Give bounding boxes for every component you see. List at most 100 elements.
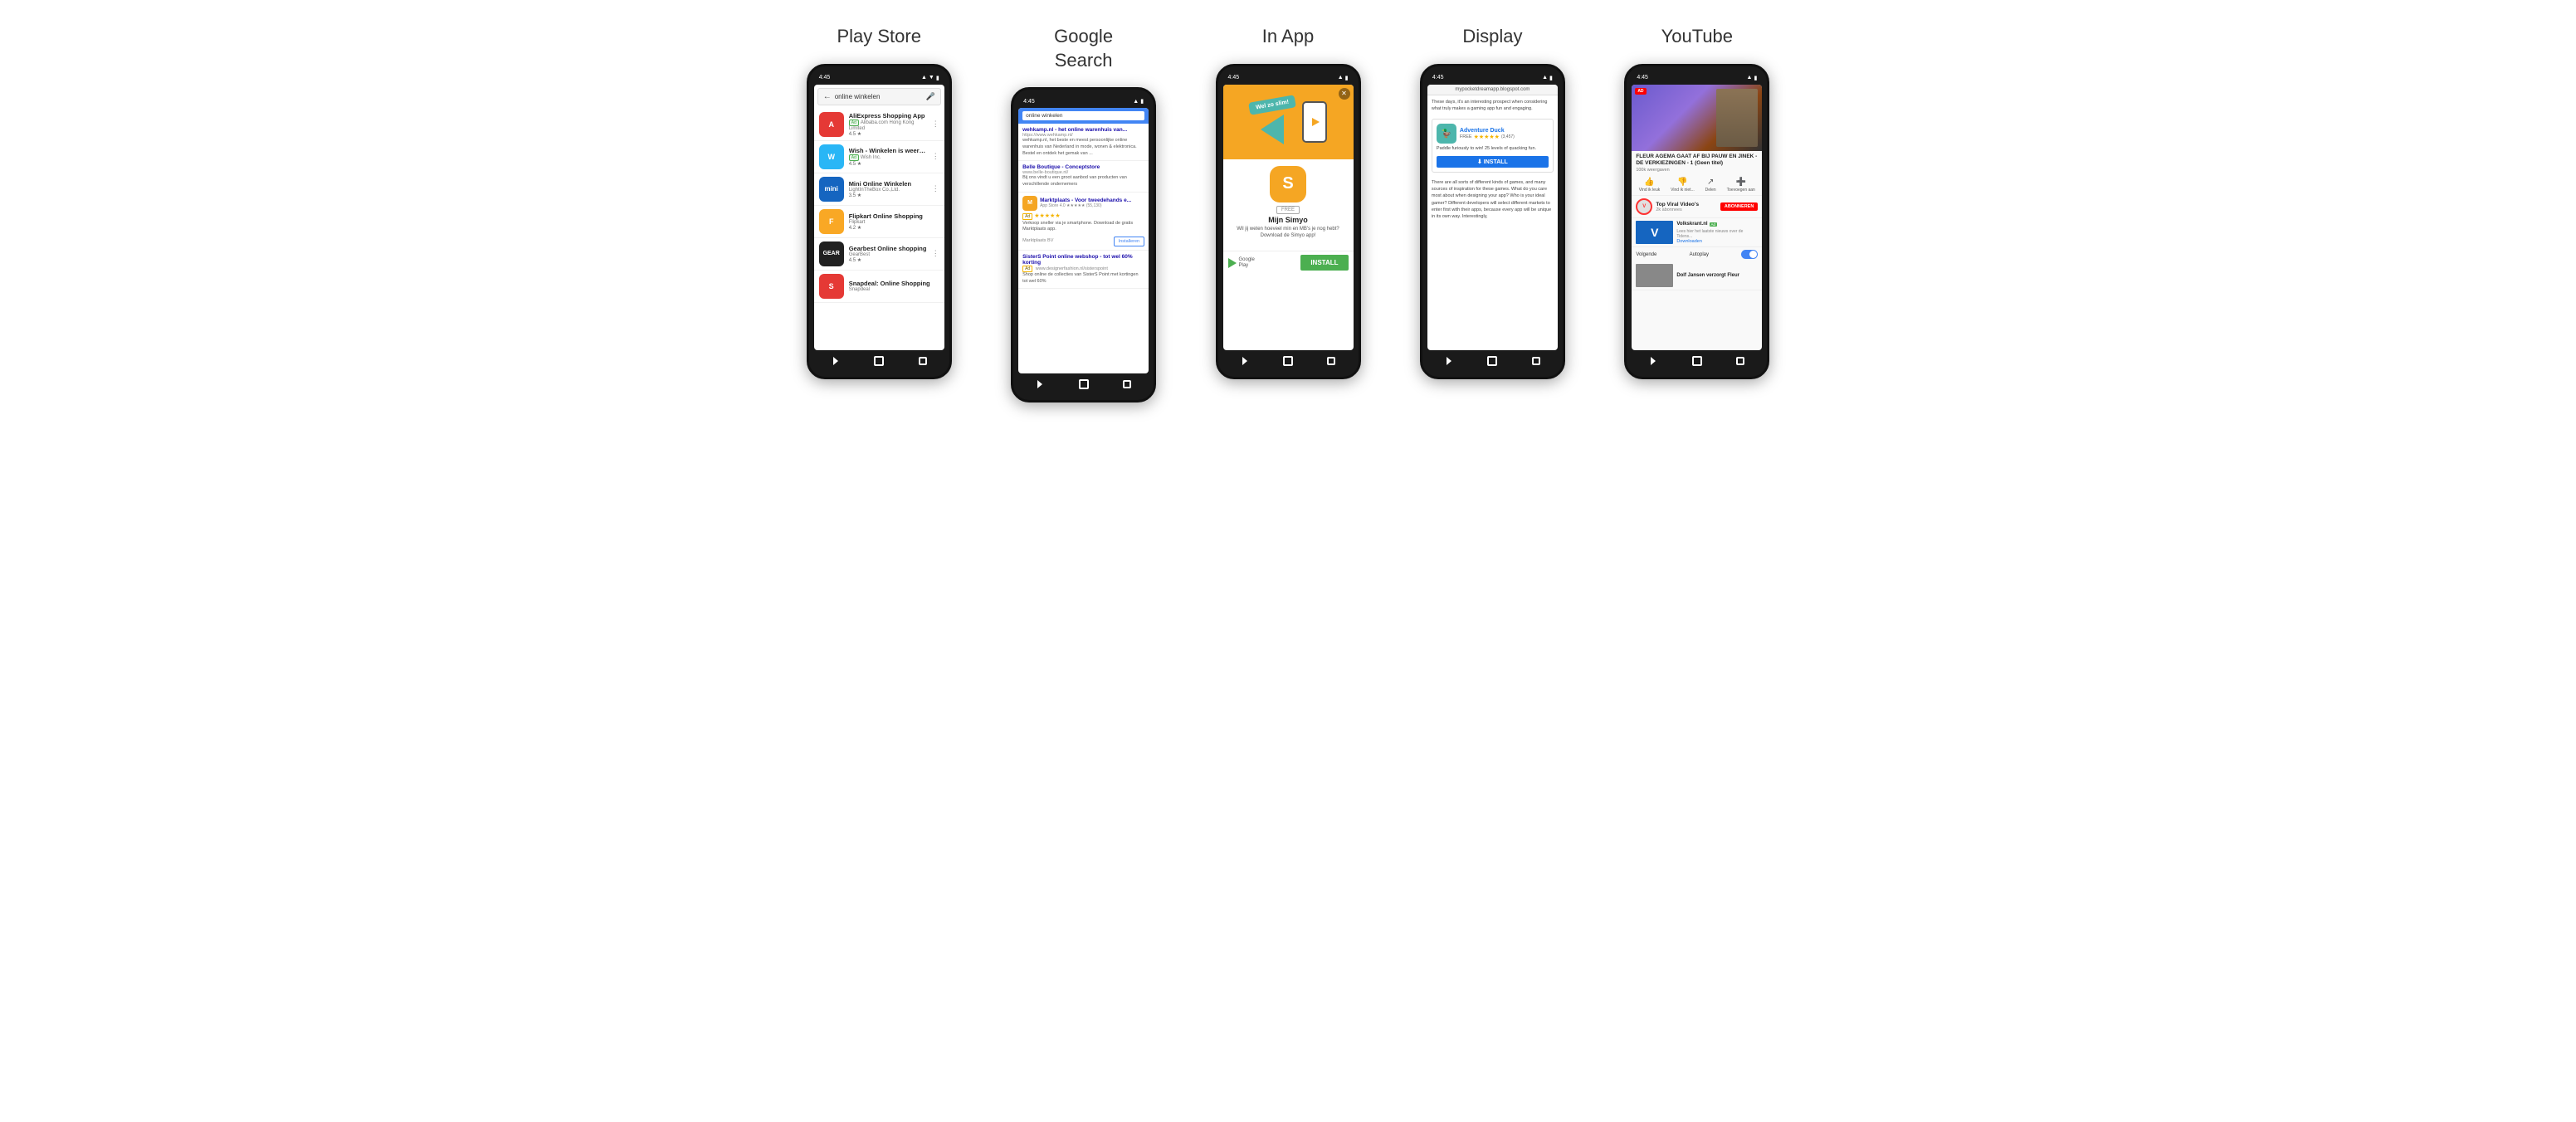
in-app-phone: 4:45 ▲ ▮ Wel zo slim! — [1216, 64, 1361, 379]
search-input[interactable]: online winkelen — [1022, 111, 1144, 120]
home-button[interactable] — [1282, 355, 1294, 367]
video-background — [1632, 85, 1762, 151]
home-button[interactable] — [1691, 355, 1703, 367]
recents-button[interactable] — [917, 355, 929, 367]
menu-dots-icon[interactable]: ⋮ — [932, 184, 939, 193]
channel-name: Top Viral Video's — [1656, 202, 1717, 207]
ad-label: Ad — [849, 154, 859, 161]
add-label: Toevoegen aan — [1727, 188, 1755, 193]
signal-icon: ▲ — [1338, 75, 1344, 80]
list-item[interactable]: mini Mini Online Winkelen LightInTheBox … — [814, 173, 944, 206]
suggested-video-item[interactable]: V Volkskrant.nl Ad Lees hier het laatste… — [1632, 218, 1762, 247]
recents-button[interactable] — [1121, 378, 1133, 390]
close-button[interactable]: ✕ — [1339, 88, 1350, 100]
menu-dots-icon[interactable]: ⋮ — [932, 152, 939, 161]
status-icons: ▲ ▼ ▮ — [921, 75, 939, 81]
advertiser-name: Marktplaats BV — [1022, 238, 1053, 243]
display-screen: mypocketdreamapp.blogspot.com These days… — [1427, 85, 1558, 350]
back-button[interactable] — [830, 355, 842, 367]
signal-icon: ▲ — [921, 75, 927, 80]
install-button[interactable]: Installeren — [1114, 237, 1144, 246]
autoplay-toggle[interactable] — [1741, 250, 1758, 259]
home-button[interactable] — [1078, 378, 1090, 390]
home-button[interactable] — [1486, 355, 1498, 367]
back-button[interactable] — [1239, 355, 1251, 367]
result-url: wehkamp.nl - het online warenhuis van... — [1022, 127, 1144, 133]
home-button[interactable] — [873, 355, 885, 367]
signal-icon: ▲ — [1133, 99, 1139, 105]
wifi-icon: ▼ — [929, 75, 934, 80]
video-thumbnail[interactable]: AD — [1632, 85, 1762, 151]
google-search-phone: 4:45 ▲ ▮ online winkelen wehkamp.nl - he… — [1011, 87, 1156, 402]
like-button[interactable]: 👍 Vind ik leuk — [1639, 178, 1660, 193]
result-url: Marktplaats - Voor tweedehands e... — [1040, 198, 1131, 203]
play-store-column: Play Store 4:45 ▲ ▼ ▮ ← online winkelen … — [790, 25, 968, 379]
recents-button[interactable] — [1325, 355, 1337, 367]
autoplay-row: Volgende Autoplay — [1632, 247, 1762, 261]
ad-app-info: Adventure Duck FREE ★★★★★ (3,457) — [1460, 128, 1515, 140]
app-icon: W — [819, 144, 844, 169]
share-icon: ↗ — [1707, 178, 1714, 187]
battery-icon: ▮ — [1549, 75, 1553, 81]
suggest-action[interactable]: Downloaden — [1676, 239, 1758, 244]
google-search-column: GoogleSearch 4:45 ▲ ▮ online winkelen we… — [994, 25, 1172, 402]
next-video-item[interactable]: Dolf Jansen verzorgt Fleur — [1632, 261, 1762, 290]
search-result-ad[interactable]: M Marktplaats - Voor tweedehands e... Ap… — [1018, 193, 1149, 251]
search-result[interactable]: wehkamp.nl - het online warenhuis van...… — [1018, 124, 1149, 161]
play-store-search-bar[interactable]: ← online winkelen 🎤 — [817, 88, 941, 105]
back-arrow-icon: ← — [823, 92, 832, 101]
status-time: 4:45 — [1432, 75, 1444, 80]
arrow-icon — [1261, 115, 1284, 144]
menu-dots-icon[interactable]: ⋮ — [932, 120, 939, 129]
add-to-button[interactable]: ➕ Toevoegen aan — [1727, 178, 1755, 193]
share-label: Delen — [1705, 188, 1716, 193]
recents-button[interactable] — [1734, 355, 1746, 367]
phone-status-bar: 4:45 ▲ ▮ — [1223, 73, 1354, 85]
phone-status-bar: 4:45 ▲ ▼ ▮ — [814, 73, 944, 85]
phone-nav-bar — [1223, 350, 1354, 368]
list-item[interactable]: W Wish - Winkelen is weer leuk AdWish In… — [814, 141, 944, 173]
in-app-footer: GooglePlay INSTALL — [1223, 251, 1354, 274]
dislike-button[interactable]: 👎 Vind ik niet... — [1671, 178, 1695, 193]
thumbs-down-icon: 👎 — [1677, 178, 1687, 187]
app-info: Snapdeal: Online Shopping Snapdeal — [849, 280, 939, 292]
search-result-ad[interactable]: SisterS Point online webshop - tot wel 6… — [1018, 251, 1149, 289]
result-store: App Store 4.0 ★★★★★ (55,130) — [1040, 203, 1131, 208]
status-icons: ▲ ▮ — [1133, 98, 1144, 105]
recents-button[interactable] — [1530, 355, 1542, 367]
menu-dots-icon[interactable]: ⋮ — [932, 249, 939, 258]
share-button[interactable]: ↗ Delen — [1705, 178, 1716, 193]
search-bar[interactable]: online winkelen — [1018, 108, 1149, 124]
display-title: Display — [1462, 25, 1522, 49]
in-app-title: In App — [1262, 25, 1314, 49]
youtube-screen: AD FLEUR AGEMA GAAT AF BIJ PAUW EN JINEK… — [1632, 85, 1762, 350]
next-video-thumbnail — [1636, 264, 1673, 287]
subscribe-button[interactable]: ABONNEREN — [1720, 202, 1758, 211]
url-bar[interactable]: mypocketdreamapp.blogspot.com — [1427, 85, 1558, 95]
back-button[interactable] — [1443, 355, 1455, 367]
back-button[interactable] — [1647, 355, 1659, 367]
battery-icon: ▮ — [1345, 75, 1349, 81]
back-button[interactable] — [1034, 378, 1046, 390]
display-column: Display 4:45 ▲ ▮ mypocketdreamapp.blogsp… — [1403, 25, 1581, 379]
app-description: Wil jij weten hoeveel min en MB's je nog… — [1230, 226, 1347, 240]
search-query-text: online winkelen — [835, 93, 926, 100]
install-button[interactable]: INSTALL — [1300, 255, 1348, 271]
ad-label: Ad — [1022, 266, 1032, 272]
in-app-screen: Wel zo slim! ✕ — [1223, 85, 1354, 350]
app-name: Mini Online Winkelen — [849, 180, 927, 188]
list-item[interactable]: GEAR Gearbest Online shopping GearBest 4… — [814, 238, 944, 271]
banner-text: Wel zo slim! — [1248, 95, 1296, 115]
install-button[interactable]: ⬇ INSTALL — [1437, 156, 1549, 168]
search-result[interactable]: Belle Boutique - Conceptstore www.belle-… — [1018, 161, 1149, 192]
list-item[interactable]: S Snapdeal: Online Shopping Snapdeal — [814, 271, 944, 303]
channel-logo: V — [1636, 198, 1652, 215]
battery-icon: ▮ — [1754, 75, 1757, 81]
result-desc: Bij ons vindt u een groot aanbod van pro… — [1022, 175, 1144, 188]
result-desc: Verkoop sneller via je smartphone. Downl… — [1022, 221, 1144, 233]
list-item[interactable]: F Flipkart Online Shopping Flipkart 4.2 … — [814, 206, 944, 238]
list-item[interactable]: A AliExpress Shopping App AdAlibaba.com … — [814, 109, 944, 141]
next-video-info: Dolf Jansen verzorgt Fleur — [1676, 273, 1758, 280]
display-ad-card[interactable]: 🦆 Adventure Duck FREE ★★★★★ (3,457) Padd… — [1432, 119, 1554, 173]
suggest-description: Lees hier het laatste nieuws over de Tid… — [1676, 229, 1758, 239]
